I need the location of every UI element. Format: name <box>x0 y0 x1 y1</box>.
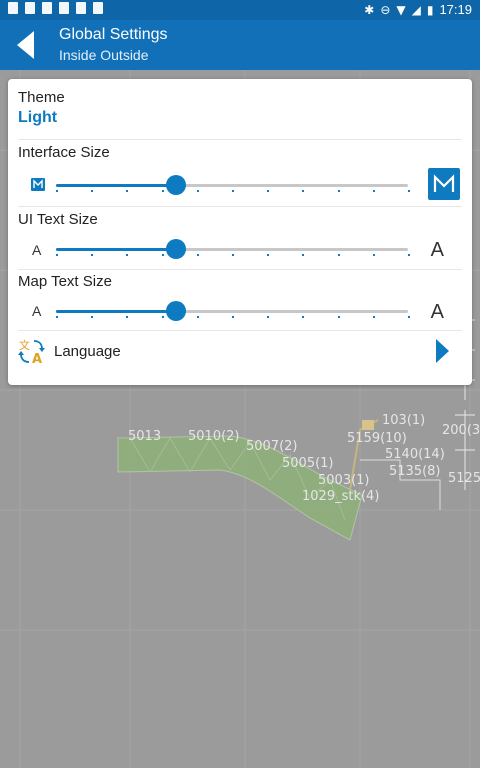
ui-text-large-glyph: A <box>430 239 444 261</box>
translate-icon: 文 A <box>18 338 45 365</box>
slider-tick <box>232 190 234 192</box>
slider-tick <box>126 254 129 256</box>
page-title: Global Settings <box>59 26 168 43</box>
svg-text:文: 文 <box>19 338 30 352</box>
slider-tick <box>196 190 199 192</box>
slider-thumb[interactable] <box>165 239 186 259</box>
map-label: 5007(2) <box>246 439 298 454</box>
slider-tick <box>196 254 199 256</box>
language-label: Language <box>54 343 121 360</box>
interface-size-label: Interface Size <box>18 144 110 161</box>
slider-tick <box>267 190 270 192</box>
photo-notification-icon <box>59 2 69 14</box>
interface-size-small-icon <box>31 178 45 191</box>
android-icon <box>93 2 103 14</box>
slider-tick <box>337 190 340 192</box>
slider-tick <box>337 254 340 256</box>
svg-text:A: A <box>32 352 42 365</box>
map-label: 5140(14) <box>385 447 445 462</box>
page-subtitle: Inside Outside <box>59 47 149 63</box>
ui-text-size-label: UI Text Size <box>18 211 98 228</box>
slider-tick <box>161 254 164 256</box>
slider-tick <box>337 316 340 318</box>
slider-tick <box>267 316 270 318</box>
image-notification-icon <box>25 2 35 14</box>
slider-tick <box>372 316 375 318</box>
interface-size-slider[interactable] <box>56 173 410 197</box>
notification-icons <box>8 2 103 14</box>
slider-tick <box>267 254 270 256</box>
slider-thumb[interactable] <box>165 175 186 195</box>
slider-tick <box>302 316 305 318</box>
settings-panel: Theme Light Interface Size UI Text Size … <box>8 79 472 385</box>
slider-tick <box>372 190 375 192</box>
map-text-large-glyph: A <box>430 301 444 323</box>
slider-tick <box>302 190 305 192</box>
slider-tick <box>302 254 305 256</box>
map-text-size-setting: Map Text Size A A <box>18 270 462 331</box>
slider-tick <box>161 316 164 318</box>
map-label: 1029_stk(4) <box>302 489 379 504</box>
map-label: 5003(1) <box>318 473 370 488</box>
map-label: 200(3) <box>442 423 480 438</box>
status-bar: ✱ ⊖ ▼ ◢ ▮ 17:19 <box>0 0 480 20</box>
slider-fill <box>56 184 176 187</box>
ui-text-size-setting: UI Text Size A A <box>18 207 462 270</box>
map-label: 5135(8) <box>389 464 441 479</box>
slider-tick <box>91 254 94 256</box>
battery-icon: ▮ <box>426 2 434 17</box>
theme-value[interactable]: Light <box>18 109 57 127</box>
map-text-small-glyph: A <box>32 303 42 319</box>
slider-fill <box>56 310 176 313</box>
slider-tick <box>56 316 58 318</box>
map-label: 5010(2) <box>188 429 240 444</box>
slider-tick <box>232 316 234 318</box>
slider-tick <box>408 316 410 318</box>
sim-card-icon <box>8 2 18 14</box>
slider-tick <box>372 254 375 256</box>
bluetooth-icon: ✱ <box>364 2 375 17</box>
slider-tick <box>91 190 94 192</box>
map-label: 5005(1) <box>282 456 334 471</box>
gmail-icon <box>42 2 52 14</box>
interface-size-large-icon <box>428 168 460 200</box>
app-bar: Global Settings Inside Outside <box>0 20 480 70</box>
slider-tick <box>232 254 234 256</box>
slider-tick <box>196 316 199 318</box>
slider-tick <box>56 254 58 256</box>
app-notification-icon <box>76 2 86 14</box>
slider-tick <box>408 190 410 192</box>
slider-tick <box>91 316 94 318</box>
map-text-size-label: Map Text Size <box>18 273 112 290</box>
map-label: 103(1) <box>382 413 425 428</box>
signal-icon: ◢ <box>411 2 421 17</box>
map-label: 5013 <box>128 429 161 444</box>
chevron-right-icon[interactable] <box>434 337 450 365</box>
slider-thumb[interactable] <box>165 301 186 321</box>
back-arrow-icon[interactable] <box>8 28 42 62</box>
alarm-icon: ⊖ <box>380 2 391 17</box>
map-label: 5159(10) <box>347 431 407 446</box>
slider-tick <box>408 254 410 256</box>
slider-tick <box>56 190 58 192</box>
system-icons: ✱ ⊖ ▼ ◢ ▮ 17:19 <box>364 2 472 17</box>
slider-tick <box>126 190 129 192</box>
map-label: 5125 <box>448 471 480 486</box>
map-text-size-slider[interactable] <box>56 299 410 323</box>
wifi-icon: ▼ <box>396 2 406 17</box>
slider-tick <box>126 316 129 318</box>
language-setting[interactable]: 文 A Language <box>18 331 462 383</box>
theme-label: Theme <box>18 89 65 106</box>
clock: 17:19 <box>439 2 472 17</box>
interface-size-setting: Interface Size <box>18 140 462 207</box>
slider-tick <box>161 190 164 192</box>
theme-setting[interactable]: Theme Light <box>18 79 462 140</box>
slider-fill <box>56 248 176 251</box>
ui-text-size-slider[interactable] <box>56 237 410 261</box>
ui-text-small-glyph: A <box>32 242 42 258</box>
